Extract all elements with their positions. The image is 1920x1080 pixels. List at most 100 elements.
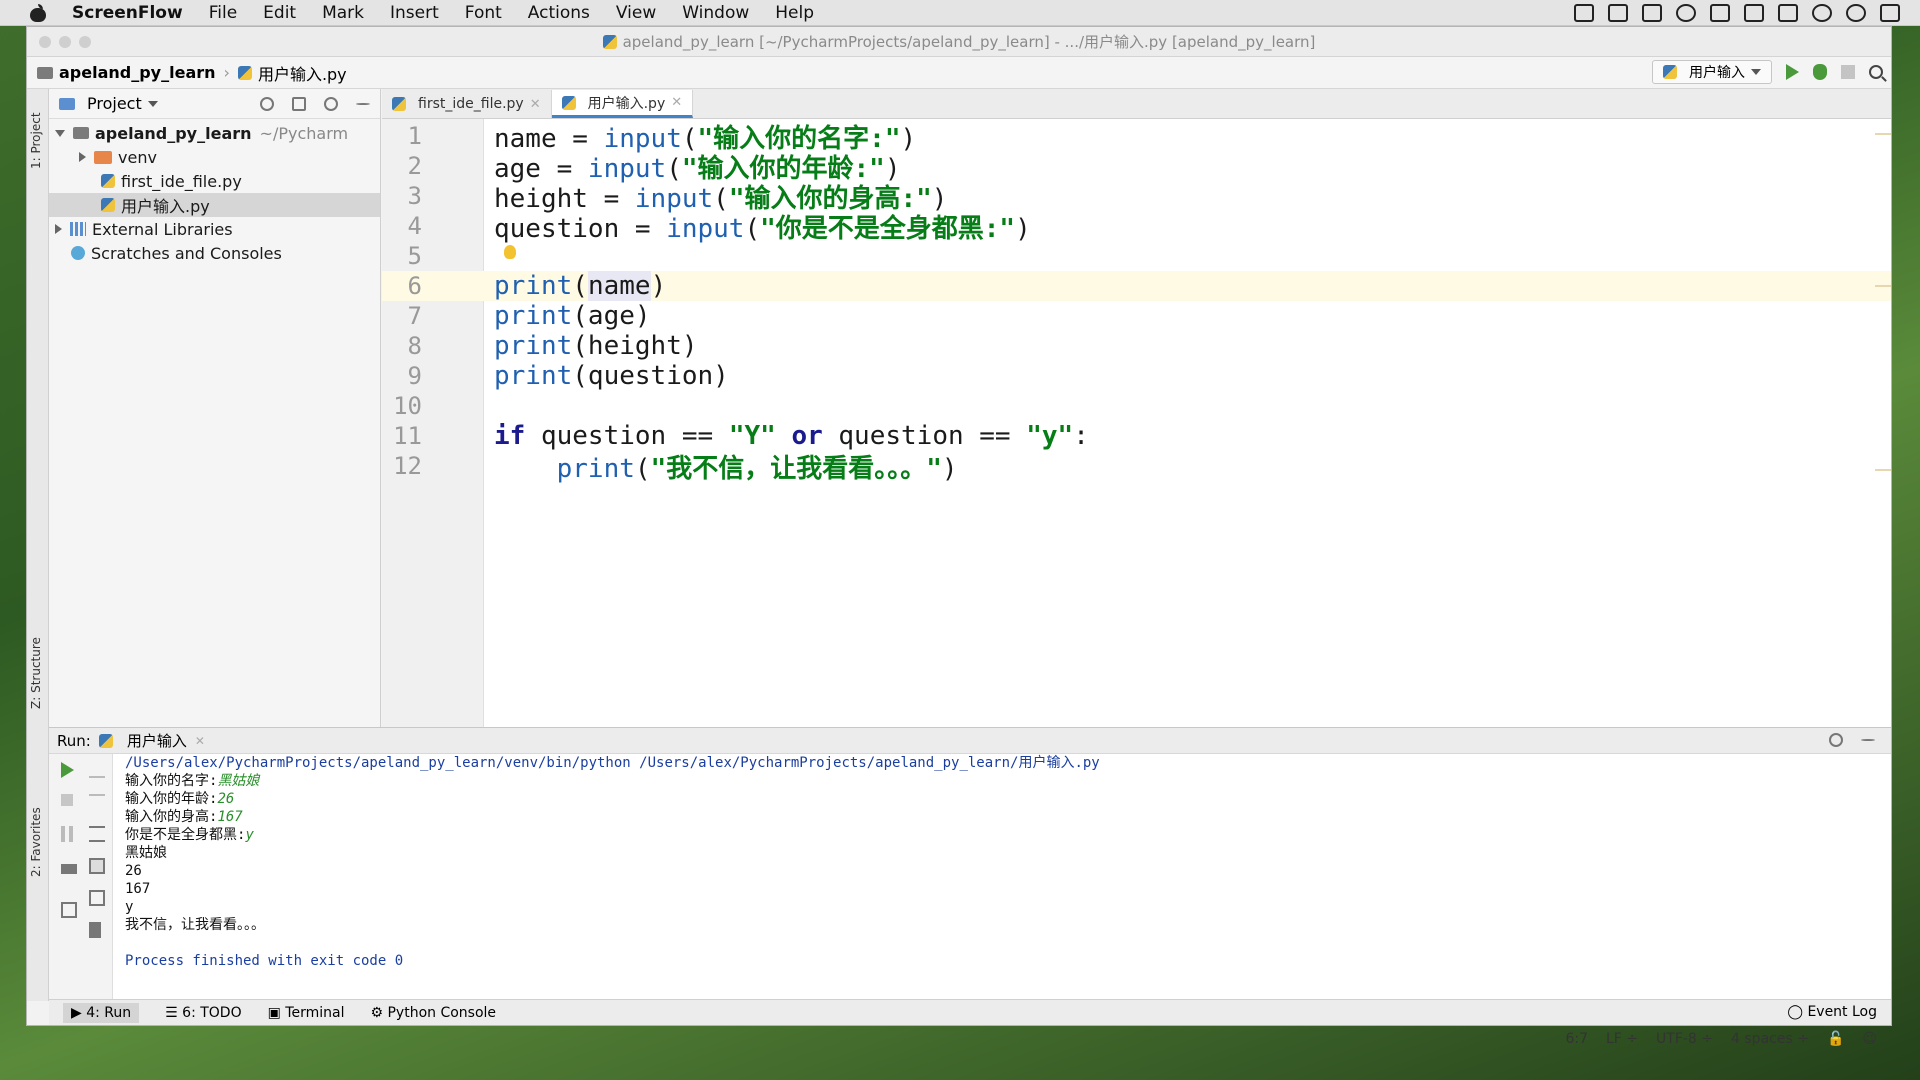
- tool-tab-todo[interactable]: ☰ 6: TODO: [165, 1005, 241, 1021]
- project-panel-title[interactable]: Project: [87, 94, 142, 113]
- code-line[interactable]: 9 print(question): [382, 361, 1891, 391]
- python-file-icon: [392, 97, 406, 111]
- lightbulb-icon[interactable]: [504, 245, 516, 259]
- menu-view[interactable]: View: [616, 3, 656, 23]
- pause-icon[interactable]: [61, 826, 73, 842]
- layout-icon[interactable]: [61, 864, 77, 874]
- up-arrow-icon[interactable]: [89, 762, 105, 778]
- close-tab-icon[interactable]: ✕: [195, 734, 205, 748]
- tree-item-external-libraries[interactable]: External Libraries: [49, 217, 380, 241]
- tray-wifi-icon[interactable]: [1710, 4, 1730, 22]
- tray-input-icon[interactable]: [1778, 4, 1798, 22]
- expand-icon[interactable]: [55, 224, 62, 234]
- menu-app-name[interactable]: ScreenFlow: [72, 3, 183, 23]
- close-window-button[interactable]: [39, 36, 51, 48]
- rerun-button[interactable]: [61, 762, 77, 778]
- menu-actions[interactable]: Actions: [528, 3, 590, 23]
- tool-tab-project[interactable]: 1: Project: [29, 112, 43, 169]
- print-icon[interactable]: [89, 890, 105, 906]
- tray-app-icon[interactable]: [1574, 4, 1594, 22]
- menu-window[interactable]: Window: [682, 3, 749, 23]
- tool-tab-python-console[interactable]: ⚙ Python Console: [370, 1005, 496, 1021]
- status-caret-position[interactable]: 6:7: [1565, 1031, 1588, 1047]
- close-tab-icon[interactable]: ✕: [671, 95, 682, 110]
- tray-display-icon[interactable]: [1642, 4, 1662, 22]
- code-area[interactable]: 1 name = input("输入你的名字:") 2 age = input(…: [382, 119, 1891, 727]
- locate-icon[interactable]: [260, 97, 274, 111]
- scroll-to-end-icon[interactable]: [89, 858, 105, 874]
- tray-camera-icon[interactable]: [1608, 4, 1628, 22]
- collapse-all-icon[interactable]: [292, 97, 306, 111]
- apple-icon[interactable]: [28, 3, 52, 22]
- chevron-down-icon: [1751, 69, 1761, 75]
- chevron-down-icon[interactable]: [147, 100, 158, 107]
- code-line[interactable]: 3 height = input("输入你的身高:"): [382, 181, 1891, 214]
- gear-icon[interactable]: [324, 97, 338, 111]
- event-log-button[interactable]: ◯ Event Log: [1787, 1004, 1877, 1020]
- close-tab-icon[interactable]: ✕: [530, 97, 541, 112]
- code-text: question = input("你是不是全身都黑:"): [494, 213, 1031, 244]
- editor-tab-user-input[interactable]: 用户输入.py ✕: [551, 90, 694, 118]
- hide-icon[interactable]: [356, 103, 370, 105]
- code-line-current[interactable]: 6 print(name): [382, 271, 1891, 301]
- breadcrumb-project[interactable]: apeland_py_learn: [59, 63, 216, 82]
- search-everywhere-button[interactable]: [1869, 65, 1883, 79]
- status-indent[interactable]: 4 spaces ÷: [1731, 1031, 1809, 1047]
- tree-item-first-ide-file[interactable]: first_ide_file.py: [49, 169, 380, 193]
- code-line[interactable]: 5: [382, 241, 1891, 271]
- tool-tab-structure[interactable]: Z: Structure: [29, 637, 43, 709]
- notification-icon[interactable]: [1880, 4, 1900, 22]
- tray-volume-icon[interactable]: [1676, 4, 1696, 22]
- expand-icon[interactable]: [55, 129, 65, 137]
- run-button[interactable]: [1786, 64, 1799, 80]
- tray-battery-icon[interactable]: [1744, 4, 1764, 22]
- inspector-icon[interactable]: ☺: [1862, 1031, 1877, 1047]
- menu-font[interactable]: Font: [465, 3, 502, 23]
- code-line[interactable]: 12 print("我不信，让我看看。。。"): [382, 451, 1891, 484]
- pin-icon[interactable]: [61, 902, 77, 918]
- zoom-window-button[interactable]: [79, 36, 91, 48]
- gear-icon[interactable]: [1829, 733, 1843, 747]
- tree-item-root[interactable]: apeland_py_learn ~/Pycharm: [49, 121, 380, 145]
- tree-item-user-input[interactable]: 用户输入.py: [49, 193, 380, 217]
- code-line[interactable]: 11 if question == "Y" or question == "y"…: [382, 421, 1891, 451]
- status-encoding[interactable]: UTF-8 ÷: [1656, 1031, 1713, 1047]
- editor-tab-first-ide-file[interactable]: first_ide_file.py ✕: [382, 90, 552, 118]
- tree-item-venv[interactable]: venv: [49, 145, 380, 169]
- debug-button[interactable]: [1813, 64, 1827, 80]
- menu-help[interactable]: Help: [775, 3, 814, 23]
- lock-icon[interactable]: 🔓: [1827, 1031, 1844, 1047]
- spotlight-icon[interactable]: [1846, 4, 1866, 22]
- code-line[interactable]: 2 age = input("输入你的年龄:"): [382, 151, 1891, 184]
- code-line[interactable]: 7 print(age): [382, 301, 1891, 331]
- tree-item-scratches[interactable]: Scratches and Consoles: [49, 241, 380, 265]
- stop-button[interactable]: [1841, 65, 1855, 79]
- tool-tab-terminal[interactable]: ▣ Terminal: [268, 1005, 345, 1021]
- code-line[interactable]: 4 question = input("你是不是全身都黑:"): [382, 211, 1891, 244]
- status-line-separator[interactable]: LF ÷: [1606, 1031, 1638, 1047]
- minimize-window-button[interactable]: [59, 36, 71, 48]
- console-output[interactable]: /Users/alex/PycharmProjects/apeland_py_l…: [125, 754, 1100, 970]
- menu-mark[interactable]: Mark: [322, 3, 364, 23]
- scroll-marker[interactable]: [1875, 285, 1891, 287]
- soft-wrap-icon[interactable]: [89, 826, 105, 842]
- breadcrumb-file[interactable]: 用户输入.py: [258, 61, 347, 85]
- code-line[interactable]: 8 print(height): [382, 331, 1891, 361]
- menu-edit[interactable]: Edit: [263, 3, 296, 23]
- tray-clock-icon[interactable]: [1812, 4, 1832, 22]
- menu-insert[interactable]: Insert: [390, 3, 439, 23]
- menu-file[interactable]: File: [209, 3, 237, 23]
- run-config-select[interactable]: 用户输入: [1652, 60, 1772, 84]
- trash-icon[interactable]: [89, 922, 101, 938]
- tool-tab-run[interactable]: ▶ 4: Run: [63, 1002, 140, 1023]
- code-line[interactable]: 1 name = input("输入你的名字:"): [382, 121, 1891, 154]
- expand-icon[interactable]: [79, 152, 86, 162]
- scroll-marker[interactable]: [1875, 469, 1891, 471]
- stop-button[interactable]: [61, 794, 73, 806]
- code-line[interactable]: 10: [382, 391, 1891, 421]
- down-arrow-icon[interactable]: [89, 794, 105, 810]
- tool-tab-favorites[interactable]: 2: Favorites: [29, 807, 43, 877]
- run-tab[interactable]: 用户输入: [127, 730, 187, 751]
- hide-icon[interactable]: [1861, 739, 1875, 741]
- scroll-marker[interactable]: [1875, 133, 1891, 135]
